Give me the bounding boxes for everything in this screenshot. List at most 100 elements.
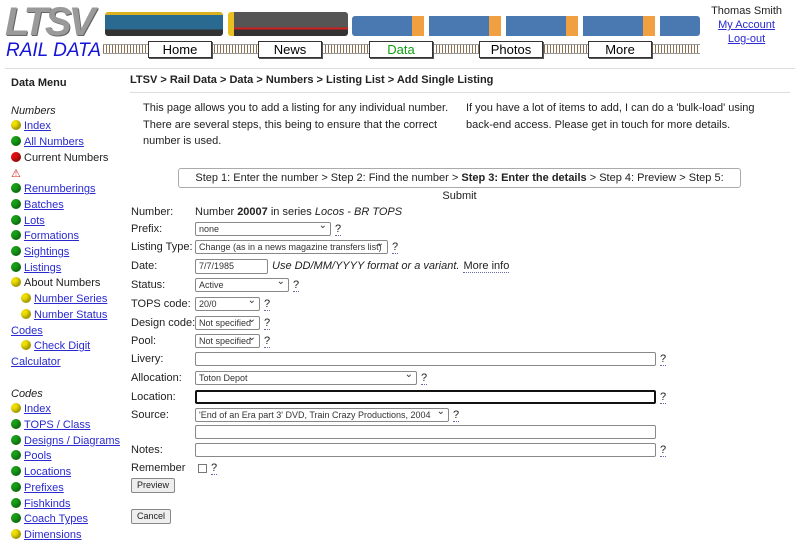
sidebar-item[interactable]: Pools	[11, 449, 121, 465]
sidebar-item[interactable]: Index	[11, 402, 121, 418]
help-link[interactable]: ?	[453, 409, 460, 422]
sidebar-item[interactable]: Coach Types	[11, 512, 121, 528]
nav-more[interactable]: More	[588, 41, 652, 58]
notes-input[interactable]	[195, 443, 656, 457]
help-link[interactable]: ?	[660, 444, 667, 457]
help-link[interactable]: ?	[421, 372, 428, 385]
sidebar-item[interactable]: Listings	[11, 261, 121, 277]
sidebar-link[interactable]: Check Digit	[34, 340, 90, 352]
nav-photos[interactable]: Photos	[479, 41, 543, 58]
livery-input[interactable]	[195, 352, 656, 366]
sidebar-link[interactable]: Formations	[24, 230, 79, 242]
help-link[interactable]: ?	[660, 391, 667, 404]
help-link[interactable]: ?	[335, 223, 342, 236]
sidebar-link[interactable]: Fishkinds	[24, 498, 70, 510]
sidebar-item[interactable]: Index	[11, 119, 121, 135]
sidebar-link[interactable]: Index	[24, 403, 51, 415]
sidebar-link[interactable]: Number Series	[34, 293, 107, 305]
sidebar-link[interactable]: Listings	[24, 262, 61, 274]
source-select[interactable]: 'End of an Era part 3' DVD, Train Crazy …	[195, 406, 449, 422]
more-info-link[interactable]: More info	[463, 260, 510, 273]
sidebar-link[interactable]: Locations	[24, 466, 71, 478]
site-header: LTSV RAIL DATA Home News Data Photos Mor…	[0, 0, 800, 66]
train-banner-loco-blue	[105, 12, 223, 36]
sidebar-item[interactable]: Number Status	[11, 308, 121, 324]
status-dot-icon	[11, 419, 21, 430]
nav-news[interactable]: News	[258, 41, 322, 58]
sidebar-item[interactable]: Lots	[11, 214, 121, 230]
sidebar-link[interactable]: Dimensions	[24, 529, 81, 541]
remember-checkbox[interactable]	[198, 463, 207, 473]
sidebar-item[interactable]: Codes	[11, 324, 121, 340]
source-text-input[interactable]	[195, 425, 656, 439]
sidebar-link[interactable]: Lots	[24, 215, 45, 227]
my-account-link[interactable]: My Account	[711, 18, 782, 32]
sidebar-item: Current Numbers	[11, 151, 121, 167]
help-link[interactable]: ?	[264, 298, 271, 311]
design-code-select[interactable]: Not specified	[195, 314, 260, 330]
status-dot-icon	[11, 277, 21, 288]
sidebar-link[interactable]: Coach Types	[24, 513, 88, 525]
current-step: Step 3: Enter the details	[461, 172, 587, 184]
tops-code-select[interactable]: 20/0	[195, 295, 260, 311]
sidebar-item[interactable]: Check Digit	[11, 339, 121, 355]
status-dot-icon	[11, 151, 21, 162]
rail-data-logo[interactable]: RAIL DATA	[6, 40, 101, 62]
sidebar-item[interactable]: Batches	[11, 198, 121, 214]
sidebar-item[interactable]: Renumberings	[11, 182, 121, 198]
sidebar-item[interactable]: TOPS / Class	[11, 418, 121, 434]
status-dot-icon	[11, 434, 21, 445]
sidebar-link[interactable]: Renumberings	[24, 183, 96, 195]
status-dot-icon	[11, 450, 21, 461]
sidebar-item[interactable]: Designs / Diagrams	[11, 434, 121, 450]
nav-data[interactable]: Data	[369, 41, 433, 58]
allocation-select[interactable]: Toton Depot	[195, 369, 417, 385]
sidebar-link[interactable]: Number Status	[34, 309, 107, 321]
status-label: Status:	[131, 279, 166, 291]
status-select[interactable]: Active	[195, 276, 289, 292]
sidebar-item[interactable]: Calculator	[11, 355, 121, 371]
notes-label: Notes:	[131, 444, 163, 456]
sidebar-item[interactable]: Number Series	[11, 292, 121, 308]
allocation-label: Allocation:	[131, 372, 182, 384]
sidebar-item[interactable]: Sightings	[11, 245, 121, 261]
cancel-button[interactable]: Cancel	[131, 509, 172, 524]
help-link[interactable]: ?	[211, 462, 218, 475]
help-link[interactable]: ?	[293, 279, 300, 292]
pool-select[interactable]: Not specified	[195, 332, 260, 348]
sidebar-link[interactable]: Calculator	[11, 356, 61, 368]
help-link[interactable]: ?	[660, 353, 667, 366]
help-link[interactable]: ?	[392, 241, 399, 254]
sidebar-item[interactable]: Dimensions	[11, 528, 121, 544]
sidebar-item[interactable]: Formations	[11, 229, 121, 245]
status-dot-icon	[21, 293, 31, 304]
sidebar-link[interactable]: Codes	[11, 325, 43, 337]
user-name: Thomas Smith	[711, 5, 782, 17]
help-link[interactable]: ?	[264, 317, 271, 330]
sidebar-link[interactable]: Designs / Diagrams	[24, 435, 120, 447]
sidebar-link[interactable]: Index	[24, 120, 51, 132]
sidebar-item[interactable]: Locations	[11, 465, 121, 481]
sidebar-link[interactable]: Pools	[24, 450, 52, 462]
status-dot-icon	[11, 261, 21, 272]
logout-link[interactable]: Log-out	[711, 32, 782, 46]
tops-code-label: TOPS code:	[131, 298, 191, 310]
prefix-select[interactable]: none	[195, 220, 331, 236]
sidebar-item[interactable]: All Numbers	[11, 135, 121, 151]
status-dot-icon	[11, 183, 21, 194]
listing-type-select[interactable]: Change (as in a news magazine transfers …	[195, 238, 388, 254]
sidebar-link[interactable]: Batches	[24, 199, 64, 211]
help-link[interactable]: ?	[264, 335, 271, 348]
nav-home[interactable]: Home	[148, 41, 212, 58]
sidebar-link[interactable]: All Numbers	[24, 136, 84, 148]
sidebar-item[interactable]: Fishkinds	[11, 497, 121, 513]
location-input[interactable]	[195, 390, 656, 404]
sidebar-link[interactable]: TOPS / Class	[24, 419, 90, 431]
sidebar-item[interactable]: Prefixes	[11, 481, 121, 497]
sidebar-link[interactable]: Sightings	[24, 246, 69, 258]
date-input[interactable]: 7/7/1985	[195, 258, 268, 274]
ltsv-logo[interactable]: LTSV	[5, 2, 103, 42]
preview-button[interactable]: Preview	[131, 478, 176, 493]
listing-type-label: Listing Type:	[131, 241, 193, 253]
sidebar-link[interactable]: Prefixes	[24, 482, 64, 494]
